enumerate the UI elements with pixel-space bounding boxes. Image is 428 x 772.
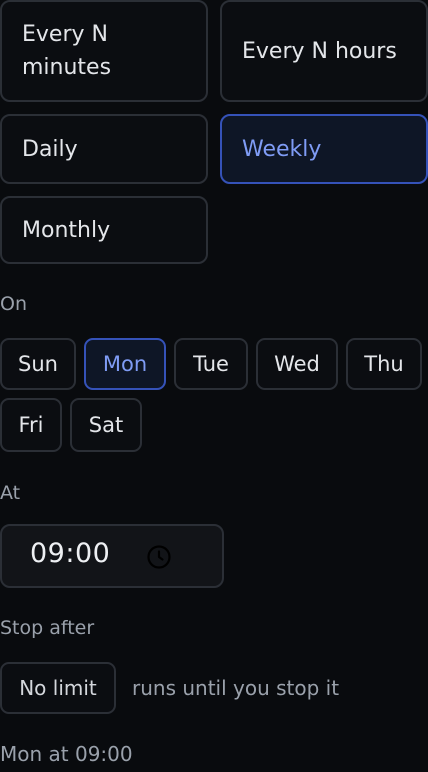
time-value: 09:00 bbox=[30, 538, 111, 569]
schedule-summary: Mon at 09:00 bbox=[0, 742, 133, 766]
day-sun[interactable]: Sun bbox=[0, 338, 76, 390]
no-limit-button[interactable]: No limit bbox=[0, 662, 116, 714]
frequency-option-daily[interactable]: Daily bbox=[0, 114, 208, 184]
day-label: Mon bbox=[102, 352, 148, 376]
day-label: Sun bbox=[18, 352, 58, 376]
day-label: Tue bbox=[193, 352, 229, 376]
stop-after-hint: runs until you stop it bbox=[132, 676, 340, 700]
day-wed[interactable]: Wed bbox=[256, 338, 338, 390]
stop-after-label: Stop after bbox=[0, 617, 95, 639]
day-label: Thu bbox=[364, 352, 404, 376]
frequency-option-weekly[interactable]: Weekly bbox=[220, 114, 428, 184]
day-tue[interactable]: Tue bbox=[174, 338, 248, 390]
day-mon[interactable]: Mon bbox=[84, 338, 166, 390]
no-limit-label: No limit bbox=[19, 676, 97, 700]
day-label: Wed bbox=[274, 352, 320, 376]
frequency-option-label: Every N hours bbox=[242, 38, 397, 64]
time-input[interactable]: 09:00 bbox=[0, 524, 224, 588]
frequency-option-monthly[interactable]: Monthly bbox=[0, 196, 208, 264]
frequency-option-label: Every N minutes bbox=[22, 22, 112, 80]
day-thu[interactable]: Thu bbox=[346, 338, 422, 390]
frequency-option-label: Weekly bbox=[242, 136, 322, 162]
frequency-option-label: Daily bbox=[22, 136, 78, 162]
day-label: Fri bbox=[18, 413, 44, 437]
frequency-option-label: Monthly bbox=[22, 217, 111, 243]
day-fri[interactable]: Fri bbox=[0, 398, 62, 452]
frequency-option-every-n-minutes[interactable]: Every N minutes bbox=[0, 0, 208, 102]
day-sat[interactable]: Sat bbox=[70, 398, 142, 452]
on-label: On bbox=[0, 293, 27, 315]
day-label: Sat bbox=[88, 413, 124, 437]
at-label: At bbox=[0, 482, 21, 504]
clock-icon[interactable] bbox=[146, 544, 172, 570]
frequency-option-every-n-hours[interactable]: Every N hours bbox=[220, 0, 428, 102]
